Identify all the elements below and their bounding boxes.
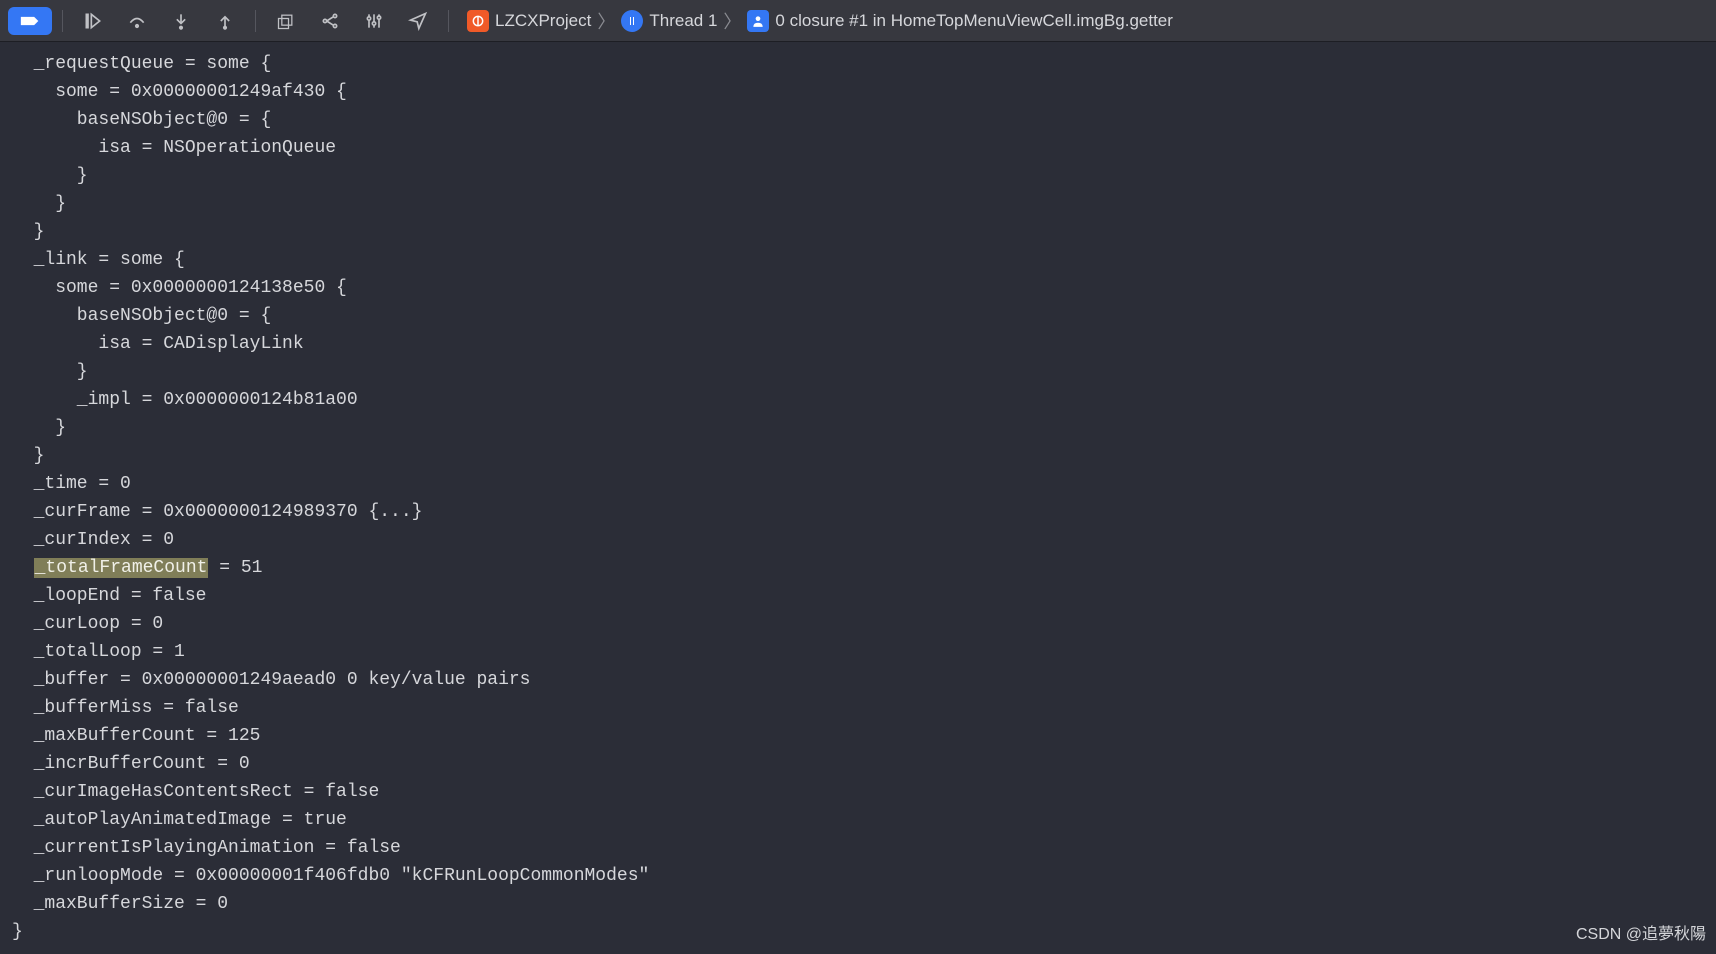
simulate-location-icon[interactable] xyxy=(398,5,438,37)
step-into-icon[interactable] xyxy=(161,5,201,37)
breadcrumb-frame[interactable]: 0 closure #1 in HomeTopMenuViewCell.imgB… xyxy=(747,10,1173,32)
breadcrumb-frame-label: 0 closure #1 in HomeTopMenuViewCell.imgB… xyxy=(775,11,1173,31)
debug-view-hierarchy-icon[interactable] xyxy=(266,5,306,37)
divider xyxy=(62,10,63,32)
continue-icon[interactable] xyxy=(73,5,113,37)
environment-overrides-icon[interactable] xyxy=(354,5,394,37)
chevron-right-icon: 〉 xyxy=(597,8,615,34)
breadcrumb-thread-label: Thread 1 xyxy=(649,11,717,31)
breadcrumb: LZCXProject 〉 Thread 1 〉 0 closure #1 in… xyxy=(467,8,1173,34)
frame-icon xyxy=(747,10,769,32)
chevron-right-icon: 〉 xyxy=(723,8,741,34)
debug-console[interactable]: _requestQueue = some { some = 0x00000001… xyxy=(0,42,1716,954)
toggle-breakpoints-icon[interactable] xyxy=(8,7,52,35)
highlighted-text: _totalFrameCount xyxy=(34,558,209,578)
debug-toolbar: LZCXProject 〉 Thread 1 〉 0 closure #1 in… xyxy=(0,0,1716,42)
breadcrumb-project[interactable]: LZCXProject xyxy=(467,10,591,32)
breadcrumb-project-label: LZCXProject xyxy=(495,11,591,31)
project-icon xyxy=(467,10,489,32)
step-out-icon[interactable] xyxy=(205,5,245,37)
thread-icon xyxy=(621,10,643,32)
breadcrumb-thread[interactable]: Thread 1 xyxy=(621,10,717,32)
divider xyxy=(255,10,256,32)
watermark: CSDN @追夢秋陽 xyxy=(1576,920,1706,944)
debug-memory-graph-icon[interactable] xyxy=(310,5,350,37)
divider xyxy=(448,10,449,32)
step-over-icon[interactable] xyxy=(117,5,157,37)
